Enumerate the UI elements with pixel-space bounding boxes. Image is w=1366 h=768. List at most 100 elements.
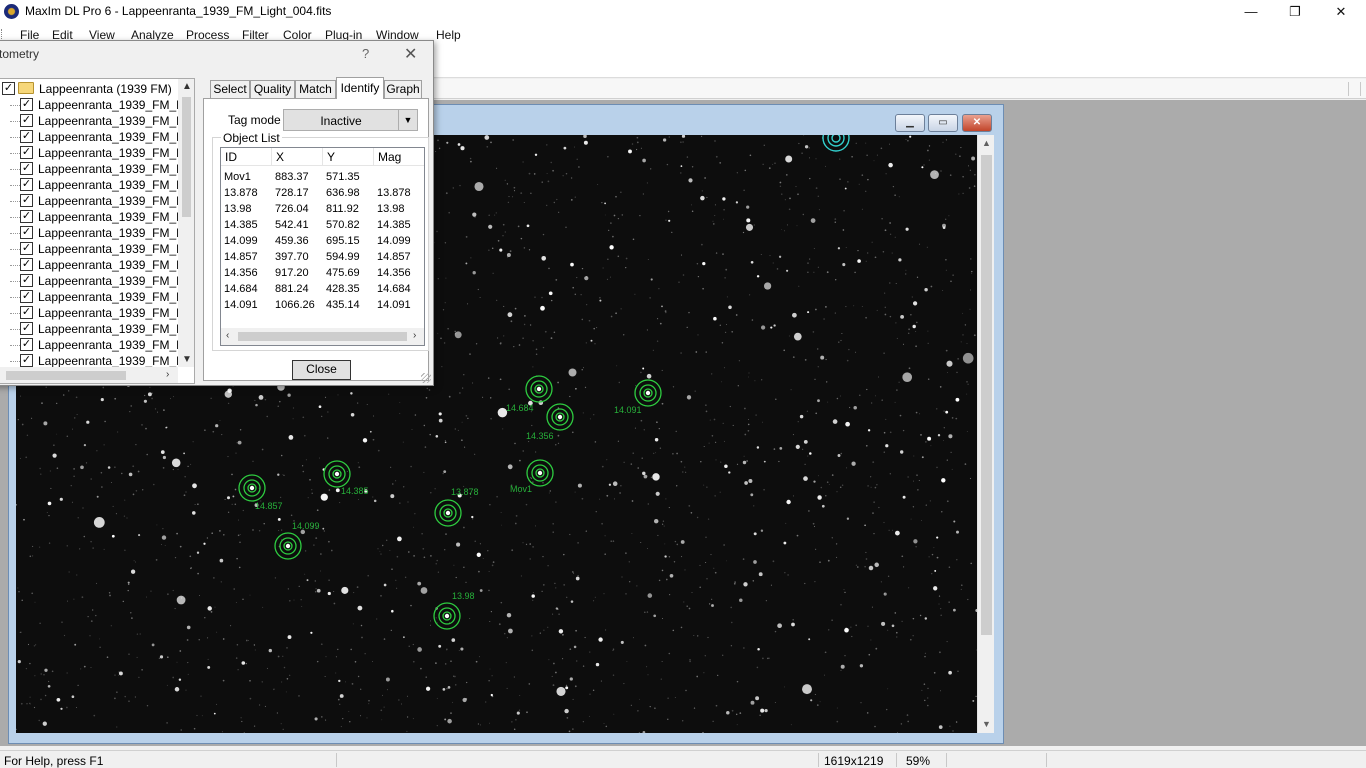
tree-item[interactable]: ✓ Lappeenranta_1939_FM_Li <box>0 129 185 145</box>
tag-mode-select[interactable]: Inactive ▼ <box>283 109 418 131</box>
tree-item[interactable]: ✓ Lappeenranta_1939_FM_Li <box>0 161 185 177</box>
tree-item-checkbox[interactable]: ✓ <box>20 274 33 287</box>
column-header-x[interactable]: X <box>272 148 323 166</box>
dropdown-arrow-icon[interactable]: ▼ <box>398 110 417 130</box>
table-cell: 14.385 <box>377 219 411 231</box>
star-marker[interactable]: 14.091 <box>614 379 662 415</box>
list-scroll-right-icon[interactable]: › <box>413 330 416 341</box>
tree-item-checkbox[interactable]: ✓ <box>20 210 33 223</box>
tree-root[interactable]: ✓ Lappeenranta (1939 FM) <box>0 81 178 97</box>
scroll-down-arrow-icon[interactable]: ▼ <box>978 716 995 733</box>
image-minimize-button[interactable]: ▁ <box>895 114 925 132</box>
star-marker[interactable]: 14.857 <box>238 474 283 511</box>
object-list-horizontal-scrollbar[interactable]: ‹ › <box>221 328 424 345</box>
tree-item-checkbox[interactable]: ✓ <box>20 130 33 143</box>
table-row[interactable]: Mov1 883.37 571.35 <box>221 171 424 187</box>
close-button[interactable]: ✕ <box>1318 0 1364 24</box>
tab-quality[interactable]: Quality <box>250 80 295 98</box>
star-marker[interactable]: 14.684 <box>506 375 553 413</box>
tree-item[interactable]: ✓ Lappeenranta_1939_FM_Li <box>0 113 185 129</box>
tree-item[interactable]: ✓ Lappeenranta_1939_FM_Li <box>0 257 185 273</box>
tree-item[interactable]: ✓ Lappeenranta_1939_FM_Li <box>0 305 185 321</box>
tree-scroll-down-icon[interactable]: ▼ <box>182 354 192 365</box>
image-close-button[interactable]: ✕ <box>962 114 992 132</box>
tree-item-checkbox[interactable]: ✓ <box>20 290 33 303</box>
tab-match[interactable]: Match <box>295 80 336 98</box>
tree-item-checkbox[interactable]: ✓ <box>20 338 33 351</box>
table-row[interactable]: 14.099 459.36 695.15 14.099 <box>221 235 424 251</box>
image-vertical-scrollbar[interactable]: ▲ ▼ <box>977 135 994 733</box>
tree-item[interactable]: ✓ Lappeenranta_1939_FM_Li <box>0 289 185 305</box>
tree-item-checkbox[interactable]: ✓ <box>20 354 33 367</box>
tree-item-checkbox[interactable]: ✓ <box>20 258 33 271</box>
column-header-y[interactable]: Y <box>323 148 374 166</box>
restore-button[interactable]: ❐ <box>1272 0 1318 24</box>
tree-item-checkbox[interactable]: ✓ <box>20 194 33 207</box>
tree-item[interactable]: ✓ Lappeenranta_1939_FM_Li <box>0 209 185 225</box>
menu-help[interactable]: Help <box>436 28 461 42</box>
table-row[interactable]: 14.857 397.70 594.99 14.857 <box>221 251 424 267</box>
column-header-mag[interactable]: Mag <box>374 148 424 166</box>
tree-item-checkbox[interactable]: ✓ <box>20 322 33 335</box>
minimize-button[interactable]: — <box>1228 0 1274 24</box>
resize-grip[interactable] <box>421 373 431 383</box>
table-cell: 542.41 <box>275 219 309 231</box>
list-scroll-left-icon[interactable]: ‹ <box>226 330 229 341</box>
tab-identify[interactable]: Identify <box>336 77 384 99</box>
tree-root-checkbox[interactable]: ✓ <box>2 82 15 95</box>
star-marker[interactable]: 13.878 <box>434 487 479 527</box>
scroll-thumb[interactable] <box>981 155 992 635</box>
object-list-table[interactable]: ID X Y Mag Mov1 883.37 571.35 13.878 728.17 6… <box>220 147 425 346</box>
photometry-dialog[interactable]: tometry ? ✕ ✓ Lappeenranta (1939 FM) ✓ La… <box>0 40 434 386</box>
image-tree[interactable]: ✓ Lappeenranta (1939 FM) ✓ Lappeenranta_1… <box>0 78 195 384</box>
table-row[interactable]: 13.878 728.17 636.98 13.878 <box>221 187 424 203</box>
tree-item[interactable]: ✓ Lappeenranta_1939_FM_Li <box>0 193 185 209</box>
table-row[interactable]: 13.98 726.04 811.92 13.98 <box>221 203 424 219</box>
tree-item[interactable]: ✓ Lappeenranta_1939_FM_Li <box>0 177 185 193</box>
tree-horizontal-scrollbar[interactable]: › <box>0 367 178 383</box>
tree-item[interactable]: ✓ Lappeenranta_1939_FM_Li <box>0 337 185 353</box>
star-marker[interactable]: Mov1 <box>510 459 554 494</box>
star-marker[interactable]: 13.98 <box>433 591 475 630</box>
tree-scroll-right-icon[interactable]: › <box>166 369 169 380</box>
tree-connector <box>10 201 20 202</box>
tree-item[interactable]: ✓ Lappeenranta_1939_FM_Li <box>0 321 185 337</box>
tree-item[interactable]: ✓ Lappeenranta_1939_FM_Li <box>0 225 185 241</box>
tree-scroll-up-icon[interactable]: ▲ <box>182 81 192 92</box>
dialog-help-button[interactable]: ? <box>362 46 369 61</box>
table-row[interactable]: 14.684 881.24 428.35 14.684 <box>221 283 424 299</box>
tree-scroll-thumb[interactable] <box>182 97 191 217</box>
tree-item-checkbox[interactable]: ✓ <box>20 162 33 175</box>
tree-vertical-scrollbar[interactable]: ▲ ▼ <box>178 79 194 367</box>
tree-hscroll-thumb[interactable] <box>6 371 126 380</box>
tree-item-checkbox[interactable]: ✓ <box>20 178 33 191</box>
tree-item-label: Lappeenranta_1939_FM_Li <box>38 242 186 256</box>
table-cell: 636.98 <box>326 187 360 199</box>
table-cell: 14.356 <box>377 267 411 279</box>
table-row[interactable]: 14.091 1066.26 435.14 14.091 <box>221 299 424 315</box>
image-restore-button[interactable]: ▭ <box>928 114 958 132</box>
tree-item-checkbox[interactable]: ✓ <box>20 98 33 111</box>
table-row[interactable]: 14.385 542.41 570.82 14.385 <box>221 219 424 235</box>
tree-item-checkbox[interactable]: ✓ <box>20 226 33 239</box>
column-header-id[interactable]: ID <box>221 148 272 166</box>
tree-item-checkbox[interactable]: ✓ <box>20 306 33 319</box>
star-marker[interactable]: 14.385 <box>323 460 369 496</box>
dialog-close-icon[interactable]: ✕ <box>404 44 417 64</box>
tree-item-checkbox[interactable]: ✓ <box>20 114 33 127</box>
tree-item-checkbox[interactable]: ✓ <box>20 242 33 255</box>
tree-item[interactable]: ✓ Lappeenranta_1939_FM_Li <box>0 145 185 161</box>
close-dialog-button[interactable]: Close <box>292 360 351 380</box>
scroll-up-arrow-icon[interactable]: ▲ <box>978 135 995 152</box>
tree-item[interactable]: ✓ Lappeenranta_1939_FM_Li <box>0 97 185 113</box>
star-marker[interactable]: 14.099 <box>274 521 320 560</box>
list-scroll-thumb[interactable] <box>238 332 407 341</box>
tree-item-checkbox[interactable]: ✓ <box>20 146 33 159</box>
tree-item[interactable]: ✓ Lappeenranta_1939_FM_Li <box>0 273 185 289</box>
table-row[interactable]: 14.356 917.20 475.69 14.356 <box>221 267 424 283</box>
marker-label: 14.356 <box>526 431 554 441</box>
tab-graph[interactable]: Graph <box>384 80 422 98</box>
tab-select[interactable]: Select <box>210 80 250 98</box>
tree-connector <box>10 185 20 186</box>
tree-item[interactable]: ✓ Lappeenranta_1939_FM_Li <box>0 241 185 257</box>
